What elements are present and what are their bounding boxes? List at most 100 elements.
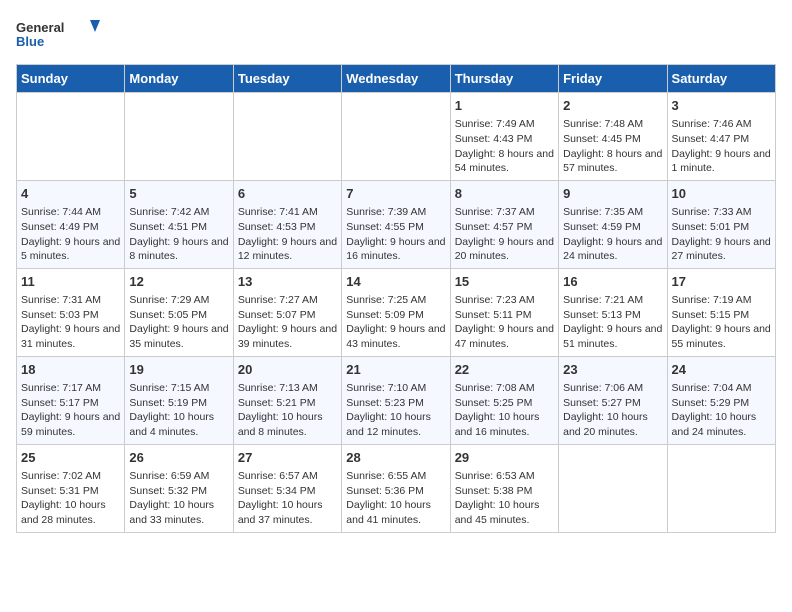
day-number: 23 [563,361,662,379]
day-info: Sunrise: 6:57 AMSunset: 5:34 PMDaylight:… [238,470,323,526]
calendar-cell: 9Sunrise: 7:35 AMSunset: 4:59 PMDaylight… [559,180,667,268]
week-row-3: 11 Sunrise: 7:31 AMSunset: 5:03 PMDayligh… [17,268,776,356]
day-info: Sunrise: 7:02 AMSunset: 5:31 PMDaylight:… [21,470,106,526]
calendar-cell: 16Sunrise: 7:21 AMSunset: 5:13 PMDayligh… [559,268,667,356]
day-number: 15 [455,273,554,291]
day-info: Sunrise: 7:17 AMSunset: 5:17 PMDaylight:… [21,382,120,438]
calendar-cell: 25 Sunrise: 7:02 AMSunset: 5:31 PMDayligh… [17,444,125,532]
day-number: 21 [346,361,445,379]
day-info: Sunrise: 7:10 AMSunset: 5:23 PMDaylight:… [346,382,431,438]
calendar-cell: 5 Sunrise: 7:42 AMSunset: 4:51 PMDaylight… [125,180,233,268]
day-number: 26 [129,449,228,467]
day-info: Sunrise: 7:23 AMSunset: 5:11 PMDaylight:… [455,294,554,350]
calendar-cell: 1 Sunrise: 7:49 AMSunset: 4:43 PMDaylight… [450,93,558,181]
day-info: Sunrise: 7:48 AMSunset: 4:45 PMDaylight:… [563,118,662,174]
header-cell-monday: Monday [125,65,233,93]
week-row-5: 25 Sunrise: 7:02 AMSunset: 5:31 PMDayligh… [17,444,776,532]
calendar-cell: 27 Sunrise: 6:57 AMSunset: 5:34 PMDayligh… [233,444,341,532]
calendar-cell: 19 Sunrise: 7:15 AMSunset: 5:19 PMDayligh… [125,356,233,444]
day-info: Sunrise: 7:08 AMSunset: 5:25 PMDaylight:… [455,382,540,438]
day-number: 29 [455,449,554,467]
header: General Blue [16,16,776,52]
day-number: 11 [21,273,120,291]
calendar-cell [342,93,450,181]
day-number: 3 [672,97,771,115]
calendar-cell [559,444,667,532]
day-number: 6 [238,185,337,203]
calendar-cell: 3 Sunrise: 7:46 AMSunset: 4:47 PMDaylight… [667,93,775,181]
day-info: Sunrise: 7:42 AMSunset: 4:51 PMDaylight:… [129,206,228,262]
day-info: Sunrise: 7:37 AMSunset: 4:57 PMDaylight:… [455,206,554,262]
calendar-table: SundayMondayTuesdayWednesdayThursdayFrid… [16,64,776,533]
svg-text:Blue: Blue [16,34,44,49]
day-info: Sunrise: 7:39 AMSunset: 4:55 PMDaylight:… [346,206,445,262]
header-row: SundayMondayTuesdayWednesdayThursdayFrid… [17,65,776,93]
day-info: Sunrise: 7:19 AMSunset: 5:15 PMDaylight:… [672,294,771,350]
calendar-cell: 29 Sunrise: 6:53 AMSunset: 5:38 PMDayligh… [450,444,558,532]
day-info: Sunrise: 6:59 AMSunset: 5:32 PMDaylight:… [129,470,214,526]
header-cell-thursday: Thursday [450,65,558,93]
calendar-cell: 21 Sunrise: 7:10 AMSunset: 5:23 PMDayligh… [342,356,450,444]
day-info: Sunrise: 7:49 AMSunset: 4:43 PMDaylight:… [455,118,554,174]
day-info: Sunrise: 7:06 AMSunset: 5:27 PMDaylight:… [563,382,648,438]
calendar-cell: 7 Sunrise: 7:39 AMSunset: 4:55 PMDaylight… [342,180,450,268]
week-row-2: 4 Sunrise: 7:44 AMSunset: 4:49 PMDaylight… [17,180,776,268]
day-info: Sunrise: 7:44 AMSunset: 4:49 PMDaylight:… [21,206,120,262]
calendar-cell: 11 Sunrise: 7:31 AMSunset: 5:03 PMDayligh… [17,268,125,356]
day-info: Sunrise: 6:55 AMSunset: 5:36 PMDaylight:… [346,470,431,526]
calendar-cell: 24Sunrise: 7:04 AMSunset: 5:29 PMDayligh… [667,356,775,444]
day-info: Sunrise: 7:33 AMSunset: 5:01 PMDaylight:… [672,206,771,262]
day-number: 17 [672,273,771,291]
day-number: 25 [21,449,120,467]
day-info: Sunrise: 7:13 AMSunset: 5:21 PMDaylight:… [238,382,323,438]
day-number: 18 [21,361,120,379]
svg-text:General: General [16,20,64,35]
header-cell-wednesday: Wednesday [342,65,450,93]
day-number: 14 [346,273,445,291]
day-info: Sunrise: 7:31 AMSunset: 5:03 PMDaylight:… [21,294,120,350]
calendar-cell: 18 Sunrise: 7:17 AMSunset: 5:17 PMDayligh… [17,356,125,444]
day-number: 8 [455,185,554,203]
day-number: 13 [238,273,337,291]
day-number: 2 [563,97,662,115]
calendar-cell [125,93,233,181]
day-info: Sunrise: 7:27 AMSunset: 5:07 PMDaylight:… [238,294,337,350]
day-number: 1 [455,97,554,115]
calendar-cell: 26 Sunrise: 6:59 AMSunset: 5:32 PMDayligh… [125,444,233,532]
day-number: 27 [238,449,337,467]
day-number: 16 [563,273,662,291]
calendar-cell: 6Sunrise: 7:41 AMSunset: 4:53 PMDaylight… [233,180,341,268]
day-number: 28 [346,449,445,467]
day-number: 5 [129,185,228,203]
day-number: 19 [129,361,228,379]
day-info: Sunrise: 7:04 AMSunset: 5:29 PMDaylight:… [672,382,757,438]
week-row-1: 1 Sunrise: 7:49 AMSunset: 4:43 PMDaylight… [17,93,776,181]
calendar-cell: 2 Sunrise: 7:48 AMSunset: 4:45 PMDaylight… [559,93,667,181]
calendar-cell: 14 Sunrise: 7:25 AMSunset: 5:09 PMDayligh… [342,268,450,356]
logo: General Blue [16,16,106,52]
calendar-cell: 22 Sunrise: 7:08 AMSunset: 5:25 PMDayligh… [450,356,558,444]
day-info: Sunrise: 7:46 AMSunset: 4:47 PMDaylight:… [672,118,771,174]
calendar-cell [667,444,775,532]
day-number: 22 [455,361,554,379]
calendar-cell [233,93,341,181]
calendar-cell: 8 Sunrise: 7:37 AMSunset: 4:57 PMDaylight… [450,180,558,268]
day-info: Sunrise: 7:29 AMSunset: 5:05 PMDaylight:… [129,294,228,350]
calendar-cell: 4 Sunrise: 7:44 AMSunset: 4:49 PMDaylight… [17,180,125,268]
header-cell-friday: Friday [559,65,667,93]
calendar-cell: 15 Sunrise: 7:23 AMSunset: 5:11 PMDayligh… [450,268,558,356]
day-number: 7 [346,185,445,203]
logo-svg: General Blue [16,16,106,52]
day-info: Sunrise: 7:15 AMSunset: 5:19 PMDaylight:… [129,382,214,438]
day-number: 12 [129,273,228,291]
day-number: 20 [238,361,337,379]
calendar-cell: 20 Sunrise: 7:13 AMSunset: 5:21 PMDayligh… [233,356,341,444]
day-info: Sunrise: 7:25 AMSunset: 5:09 PMDaylight:… [346,294,445,350]
week-row-4: 18 Sunrise: 7:17 AMSunset: 5:17 PMDayligh… [17,356,776,444]
calendar-cell: 28 Sunrise: 6:55 AMSunset: 5:36 PMDayligh… [342,444,450,532]
header-cell-sunday: Sunday [17,65,125,93]
day-info: Sunrise: 7:35 AMSunset: 4:59 PMDaylight:… [563,206,662,262]
calendar-cell: 12 Sunrise: 7:29 AMSunset: 5:05 PMDayligh… [125,268,233,356]
day-number: 4 [21,185,120,203]
day-info: Sunrise: 6:53 AMSunset: 5:38 PMDaylight:… [455,470,540,526]
